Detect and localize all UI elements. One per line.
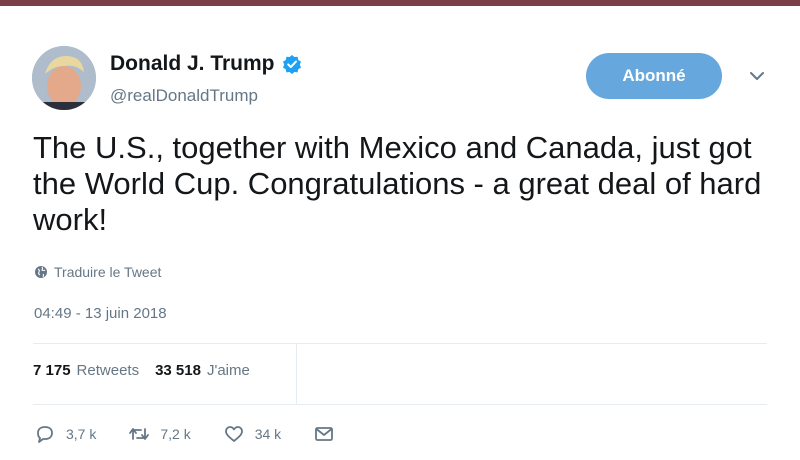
like-count: 34 k	[254, 426, 282, 442]
reply-action[interactable]: 3,7 k	[34, 424, 96, 444]
tweet-actions: 3,7 k 7,2 k 34 k	[34, 424, 377, 444]
avatar-image	[32, 46, 96, 110]
author-handle[interactable]: @realDonaldTrump	[110, 86, 258, 106]
stats-separator	[296, 344, 297, 404]
retweets-stat[interactable]: 7 175 Retweets	[33, 362, 139, 379]
likes-stat[interactable]: 33 518 J'aime	[155, 362, 250, 379]
divider-bottom	[33, 404, 767, 405]
globe-icon	[35, 266, 47, 278]
follow-button[interactable]: Abonné	[586, 53, 722, 99]
heart-icon	[224, 426, 243, 442]
translate-label: Traduire le Tweet	[54, 264, 162, 280]
divider-top	[33, 343, 767, 344]
author-name-row: Donald J. Trump	[110, 52, 302, 76]
tweet-stats: 7 175 Retweets 33 518 J'aime	[33, 362, 266, 379]
retweet-count: 7,2 k	[160, 426, 191, 442]
tweet-timestamp[interactable]: 04:49 - 13 juin 2018	[34, 305, 167, 322]
retweets-count: 7 175	[33, 362, 71, 379]
likes-label: J'aime	[206, 362, 250, 379]
reply-count: 3,7 k	[66, 426, 97, 442]
translate-tweet-link[interactable]: Traduire le Tweet	[34, 264, 161, 280]
retweets-label: Retweets	[76, 362, 140, 379]
chevron-down-icon[interactable]	[746, 68, 768, 84]
top-color-bar	[0, 0, 800, 6]
avatar[interactable]	[32, 46, 96, 110]
message-action[interactable]	[313, 424, 345, 444]
retweet-icon	[129, 428, 150, 440]
likes-count: 33 518	[155, 362, 201, 379]
tweet-text: The U.S., together with Mexico and Canad…	[33, 130, 762, 237]
message-icon	[315, 427, 334, 441]
retweet-action[interactable]: 7,2 k	[128, 424, 191, 444]
author-name[interactable]: Donald J. Trump	[110, 52, 275, 76]
like-action[interactable]: 34 k	[223, 424, 281, 444]
verified-badge-icon	[282, 55, 301, 74]
reply-icon	[37, 426, 53, 443]
